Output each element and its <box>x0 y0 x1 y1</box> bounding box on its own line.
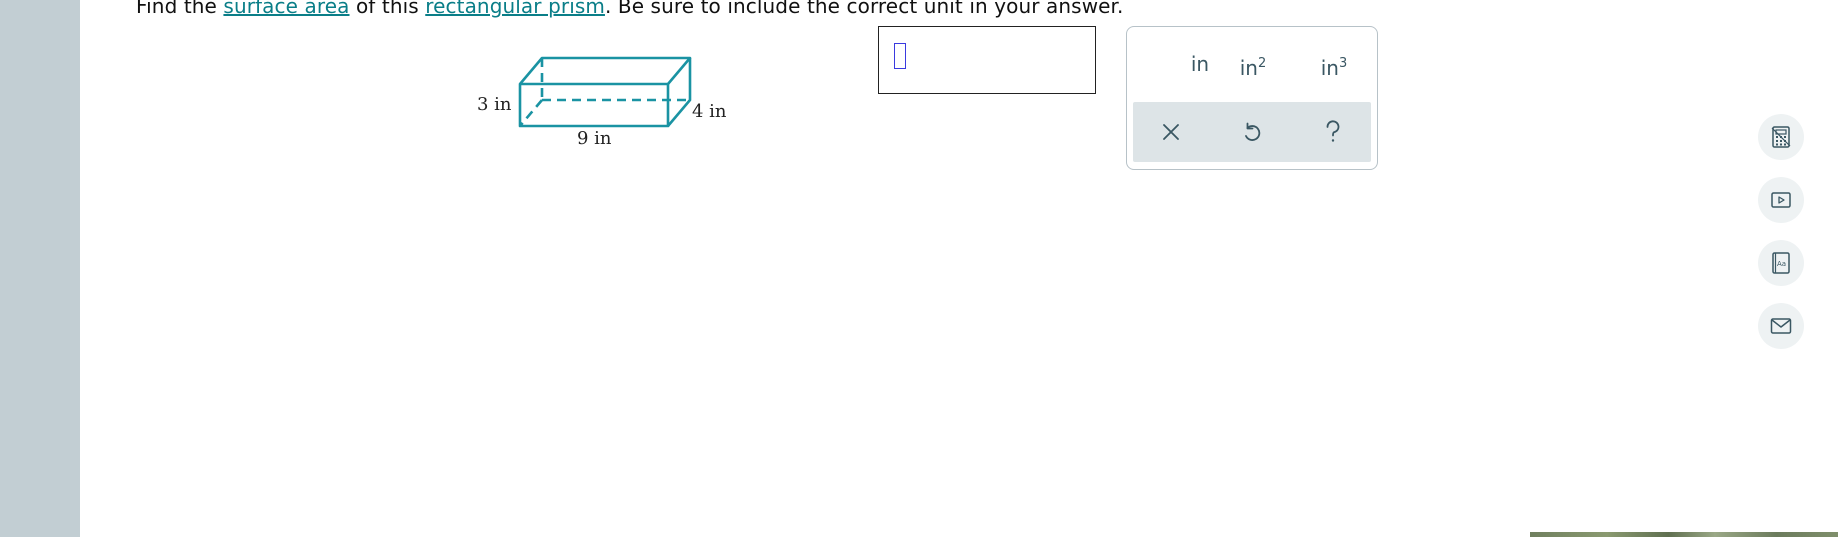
left-sidebar-bar <box>0 0 80 537</box>
unit-in-squared-button[interactable]: in2 <box>1223 47 1283 81</box>
message-tool-button[interactable] <box>1758 303 1804 349</box>
question-suffix: . Be sure to include the correct unit in… <box>604 0 1124 18</box>
unit-in3-base: in <box>1320 56 1339 80</box>
prism-hidden-edges <box>519 58 690 127</box>
calculator-tool-button[interactable] <box>1758 114 1804 160</box>
prism-right-face <box>667 58 692 127</box>
unit-in-label: in <box>1190 52 1210 76</box>
svg-text:Aa: Aa <box>1777 260 1786 268</box>
unit-in3-exponent: 3 <box>1338 56 1348 71</box>
prism-top-face <box>519 56 692 85</box>
bottom-image-strip <box>1530 532 1838 537</box>
height-label: 3 in <box>477 94 512 115</box>
question-middle: of this <box>349 0 426 18</box>
help-button[interactable] <box>1313 115 1353 149</box>
unit-in-cubed-button[interactable]: in3 <box>1304 47 1364 81</box>
video-icon <box>1771 192 1791 208</box>
answer-cursor-box <box>894 43 906 69</box>
prism-figure: 3 in 4 in 9 in <box>470 50 730 160</box>
hidden-depth-edge <box>519 99 543 127</box>
video-tool-button[interactable] <box>1758 177 1804 223</box>
undo-button[interactable] <box>1232 115 1272 149</box>
keypad-action-row <box>1133 102 1371 162</box>
unit-in2-base: in <box>1239 56 1258 80</box>
help-icon <box>1326 120 1340 142</box>
rectangular-prism-link[interactable]: rectangular prism <box>425 0 605 18</box>
undo-icon <box>1245 122 1261 141</box>
glossary-icon: Aa <box>1772 252 1790 274</box>
answer-input[interactable] <box>878 26 1096 94</box>
surface-area-link[interactable]: surface area <box>223 0 349 18</box>
length-label: 9 in <box>577 128 612 149</box>
glossary-tool-button[interactable]: Aa <box>1758 240 1804 286</box>
clear-icon <box>1163 124 1179 140</box>
depth-label: 4 in <box>692 101 727 122</box>
prism-edges <box>518 56 692 128</box>
unit-keypad: in in2 in3 <box>1126 26 1378 170</box>
rectangular-prism-diagram: 3 in 4 in 9 in <box>477 56 727 149</box>
question-prefix: Find the <box>136 0 224 18</box>
unit-in2-exponent: 2 <box>1257 56 1267 71</box>
message-icon <box>1770 318 1792 334</box>
calculator-icon <box>1771 126 1791 148</box>
clear-button[interactable] <box>1151 115 1191 149</box>
unit-button-row: in in2 in3 <box>1127 27 1377 99</box>
unit-in-button[interactable]: in <box>1170 47 1230 81</box>
question-text: Find the surface area of this rectangula… <box>136 0 1124 18</box>
